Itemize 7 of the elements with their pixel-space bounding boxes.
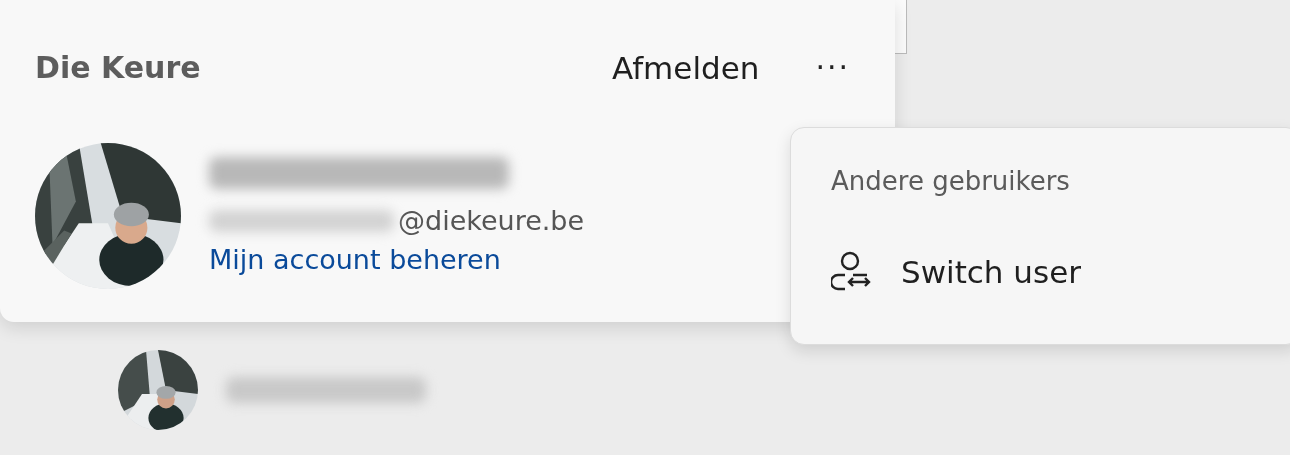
- email-domain: @diekeure.be: [398, 205, 585, 236]
- organization-name: Die Keure: [35, 50, 202, 85]
- manage-account-link[interactable]: Mijn account beheren: [209, 244, 585, 275]
- switch-user-item[interactable]: Switch user: [831, 250, 1081, 294]
- more-options-button[interactable]: ···: [815, 50, 850, 85]
- sign-out-button[interactable]: Afmelden: [612, 49, 760, 86]
- menu-heading: Andere gebruikers: [831, 166, 1071, 196]
